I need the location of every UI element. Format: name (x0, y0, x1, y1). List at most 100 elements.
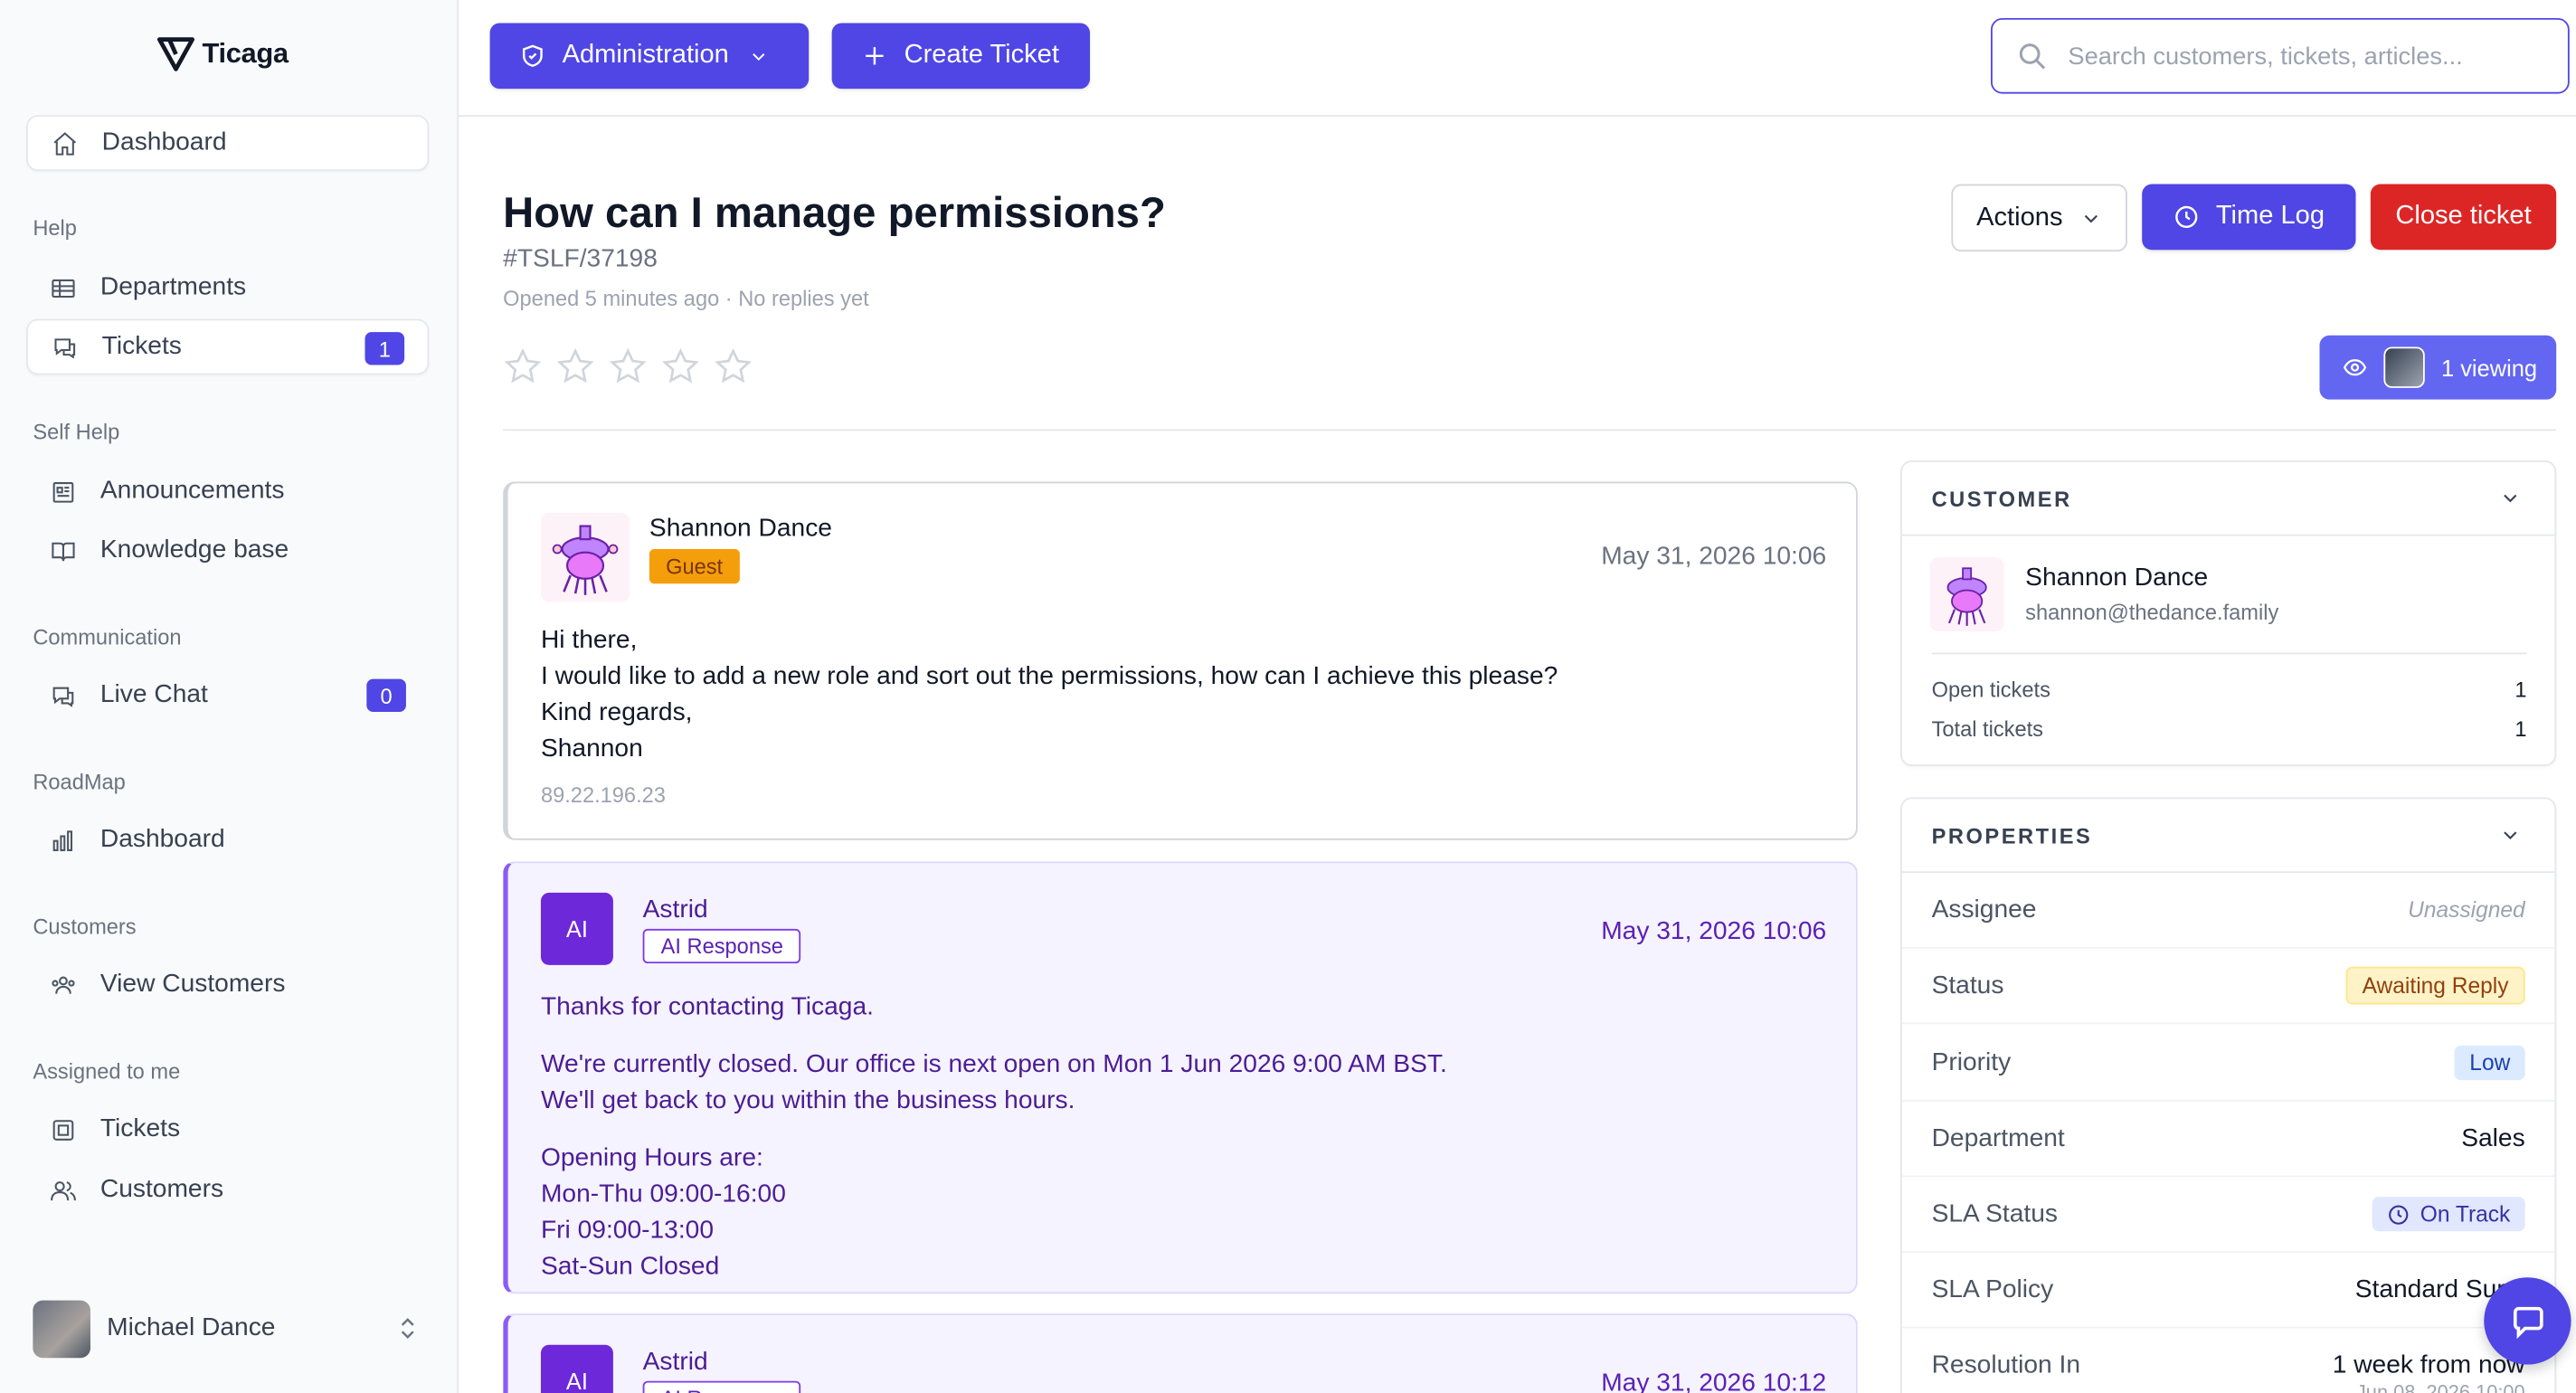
sla-status-text: On Track (2420, 1201, 2511, 1227)
property-label: SLA Status (1931, 1199, 2058, 1227)
live-chat-count-badge: 0 (366, 678, 406, 712)
avatar: AI (540, 892, 613, 965)
creature-avatar-icon (1929, 557, 2004, 631)
search-input[interactable] (2068, 42, 2529, 71)
guest-badge: Guest (649, 549, 740, 584)
top-bar: Administration Create Ticket (459, 0, 2576, 118)
star-icon[interactable] (555, 346, 595, 386)
collapse-toggle[interactable] (2499, 824, 2522, 852)
sidebar-item-label: Departments (99, 272, 247, 301)
property-label: SLA Policy (1931, 1275, 2054, 1303)
sidebar-item-knowledge-base[interactable]: Knowledge base (26, 523, 429, 579)
message-line: Sat-Sun Closed (540, 1252, 720, 1281)
eye-icon (2343, 359, 2367, 376)
ai-response-badge: AI Response (642, 928, 801, 964)
user-menu[interactable]: Michael Dance (33, 1299, 421, 1358)
viewers-indicator[interactable]: 1 viewing (2319, 335, 2557, 400)
avatar (540, 513, 630, 602)
open-tickets-row: Open tickets 1 (1932, 678, 2527, 702)
message-ai-response: AI Astrid AI Response May 31, 2026 10:12 (503, 1313, 1858, 1393)
ticket-square-icon (52, 1119, 74, 1140)
sidebar: Ticaga Dashboard Help Departments Ticket… (0, 0, 459, 1393)
sidebar-item-label: View Customers (99, 970, 286, 999)
message-paragraph: We're currently closed. Our office is ne… (541, 1047, 1447, 1120)
message-body: Hi there, I would like to add a new role… (541, 623, 1558, 768)
sidebar-item-roadmap-dashboard[interactable]: Dashboard (26, 812, 429, 868)
property-value: Unassigned (2408, 897, 2525, 923)
message-line: I would like to add a new role and sort … (540, 662, 1558, 691)
sidebar-item-label: Live Chat (99, 680, 208, 709)
global-search[interactable] (1990, 17, 2570, 94)
message-line: Fri 09:00-13:00 (540, 1216, 715, 1245)
section-self-help: Self Help (33, 419, 120, 444)
brand-logo[interactable]: Ticaga (156, 36, 289, 72)
creature-avatar-icon (540, 513, 630, 602)
total-tickets-row: Total tickets 1 (1932, 716, 2527, 741)
customer-panel-header[interactable]: CUSTOMER (1901, 462, 2555, 536)
properties-panel-header[interactable]: PROPERTIES (1901, 799, 2555, 874)
message-line: Shannon (540, 734, 643, 763)
section-customers: Customers (33, 914, 137, 939)
message-line: Opening Hours are: (540, 1143, 763, 1172)
close-ticket-button[interactable]: Close ticket (2370, 184, 2557, 251)
sidebar-item-live-chat[interactable]: Live Chat 0 (26, 668, 429, 724)
chevron-down-icon (2504, 494, 2517, 503)
bar-chart-icon (52, 829, 73, 851)
message-ip-address: 89.22.196.23 (540, 782, 666, 808)
section-assigned: Assigned to me (33, 1058, 181, 1084)
sidebar-item-departments[interactable]: Departments (26, 260, 429, 316)
viewing-count: 1 viewing (2440, 354, 2538, 381)
sidebar-item-assigned-tickets[interactable]: Tickets (26, 1102, 429, 1158)
header-divider (503, 429, 2557, 431)
property-label: Resolution In (1931, 1350, 2081, 1379)
property-label: Status (1931, 971, 2004, 1000)
property-assignee[interactable]: Assignee Unassigned (1901, 873, 2555, 949)
section-communication: Communication (33, 624, 182, 649)
actions-dropdown-button[interactable]: Actions (1951, 184, 2127, 252)
sidebar-item-label: Knowledge base (99, 535, 289, 564)
property-priority[interactable]: Priority Low (1901, 1026, 2555, 1102)
administration-dropdown-button[interactable]: Administration (489, 23, 810, 90)
user-name: Michael Dance (107, 1313, 276, 1342)
message-author: Shannon Dance (649, 514, 832, 543)
live-chat-launcher-button[interactable] (2484, 1277, 2571, 1365)
stat-value: 1 (2514, 716, 2527, 742)
page-title: How can I manage permissions? (503, 187, 1166, 237)
message-author: Astrid (642, 1348, 708, 1377)
star-icon[interactable] (503, 346, 543, 386)
star-icon[interactable] (714, 346, 753, 386)
property-status[interactable]: Status Awaiting Reply (1901, 949, 2555, 1025)
property-sla-status[interactable]: SLA Status On Track (1901, 1177, 2555, 1253)
stat-label: Open tickets (1931, 677, 2050, 703)
chevron-down-icon (2084, 213, 2098, 223)
message-author: Astrid (642, 896, 708, 924)
sidebar-item-tickets[interactable]: Tickets 1 (26, 318, 430, 375)
create-ticket-button[interactable]: Create Ticket (831, 23, 1091, 90)
message-ai-response: AI Astrid AI Response May 31, 2026 10:06… (503, 861, 1858, 1294)
home-icon (53, 131, 77, 155)
time-log-button[interactable]: Time Log (2142, 184, 2356, 251)
sidebar-item-dashboard[interactable]: Dashboard (26, 115, 430, 172)
sidebar-item-announcements[interactable]: Announcements (26, 464, 429, 520)
chat-bubbles-icon (54, 337, 76, 358)
chat-bubbles-icon (52, 686, 74, 707)
sidebar-item-assigned-customers[interactable]: Customers (26, 1162, 429, 1218)
chevron-down-icon (2504, 831, 2517, 839)
sidebar-item-view-customers[interactable]: View Customers (26, 957, 429, 1013)
sidebar-item-label: Tickets (101, 332, 182, 361)
section-roadmap: RoadMap (33, 769, 126, 794)
sidebar-item-label: Announcements (99, 477, 285, 505)
property-department[interactable]: Department Sales (1901, 1102, 2555, 1178)
clock-icon (2175, 205, 2198, 229)
avatar (33, 1299, 90, 1358)
star-icon[interactable] (661, 346, 701, 386)
property-sla-policy[interactable]: SLA Policy Standard Supp (1901, 1253, 2555, 1329)
tickets-count-badge: 1 (365, 332, 405, 365)
star-icon[interactable] (608, 346, 648, 386)
ticaga-logo-icon (156, 37, 195, 71)
brand-name: Ticaga (202, 37, 289, 70)
customer-name[interactable]: Shannon Dance (2025, 564, 2208, 593)
users-group-icon (52, 975, 75, 993)
collapse-toggle[interactable] (2499, 487, 2522, 515)
avatar: AI (540, 1344, 613, 1393)
